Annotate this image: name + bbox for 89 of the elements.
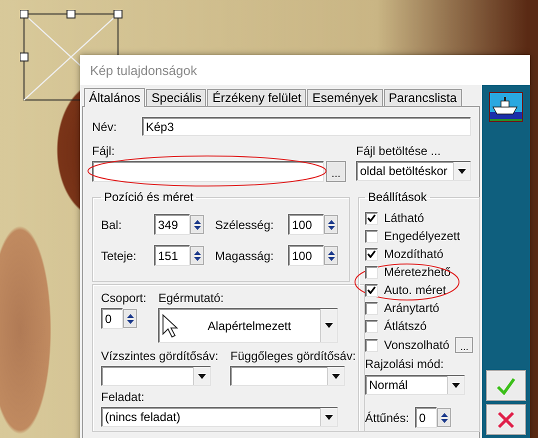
field-label: Szélesség: [215, 218, 275, 232]
caret-icon [325, 414, 333, 420]
dropdown[interactable]: (nincs feladat) [101, 407, 338, 427]
dropdown-button[interactable] [447, 376, 464, 394]
field-label: Függőleges gördítősáv: [230, 349, 356, 363]
spin-button[interactable] [190, 215, 204, 234]
number-field[interactable]: 151 [154, 245, 190, 266]
field-label: Egérmutató: [158, 291, 225, 305]
dropdown[interactable]: oldal betöltéskor [356, 161, 471, 181]
check-icon [496, 376, 516, 394]
up-arrow-icon [440, 412, 448, 416]
field-label: Bal: [101, 218, 123, 232]
tab[interactable]: Általános [84, 88, 146, 107]
checkbox[interactable] [365, 248, 378, 260]
field-label: Csoport: [101, 291, 146, 305]
up-arrow-icon [328, 220, 334, 224]
dropdown[interactable] [101, 366, 211, 386]
window-title: Kép tulajdonságok [90, 62, 197, 78]
up-arrow-icon [194, 250, 200, 254]
input-field[interactable] [92, 161, 324, 182]
caret-icon [458, 168, 466, 174]
checkbox-label: Aránytartó [384, 301, 440, 315]
tab[interactable]: Speciális [146, 89, 206, 106]
checkbox-label: Mozdítható [384, 247, 444, 261]
checkbox[interactable] [365, 230, 378, 242]
group-title: Pozíció és méret [103, 190, 194, 204]
checkbox-label: Engedélyezett [384, 229, 460, 243]
caret-icon [452, 382, 460, 388]
down-arrow-icon [126, 320, 134, 324]
dropdown-button[interactable] [327, 367, 344, 385]
dropdown-button[interactable] [320, 309, 338, 342]
spin-button[interactable] [123, 309, 137, 328]
down-arrow-icon [440, 418, 448, 422]
checkbox-label: Méretezhető [384, 265, 451, 279]
down-arrow-icon [194, 256, 200, 260]
checkbox-label: Látható [384, 211, 424, 225]
number-field[interactable]: 349 [154, 214, 190, 235]
browse-button[interactable]: ... [326, 161, 346, 182]
tab[interactable]: Érzékeny felület [207, 89, 306, 106]
field-label: Fájl betöltése ... [356, 144, 442, 158]
number-field[interactable]: 100 [288, 214, 324, 235]
field-label: Vízszintes gördítősáv: [101, 349, 218, 363]
spin-button[interactable] [190, 246, 204, 265]
field-label: Név: [92, 120, 118, 134]
up-arrow-icon [194, 220, 200, 224]
caret-icon [325, 323, 334, 328]
down-arrow-icon [328, 256, 334, 260]
dropdown-button[interactable] [453, 162, 470, 180]
field-label: Fájl: [92, 144, 116, 158]
group-title: Beállítások [367, 190, 428, 204]
up-arrow-icon [126, 314, 134, 318]
field-label: Magasság: [215, 248, 275, 262]
spin-button[interactable] [324, 246, 338, 265]
up-arrow-icon [328, 250, 334, 254]
dropdown[interactable]: Normál [365, 375, 465, 395]
spin-button[interactable] [324, 215, 338, 234]
down-arrow-icon [194, 226, 200, 230]
spin-button[interactable] [437, 408, 452, 427]
number-field[interactable]: 100 [288, 245, 324, 266]
checkbox[interactable] [365, 302, 378, 314]
tab[interactable]: Események [307, 89, 383, 106]
dropdown-button[interactable] [193, 367, 210, 385]
field-label: Teteje: [101, 248, 138, 262]
input-field[interactable]: Kép3 [142, 117, 471, 136]
dropdown-button[interactable] [320, 408, 337, 426]
ship-icon [489, 92, 523, 122]
checkbox[interactable] [365, 320, 378, 332]
number-field[interactable]: 0 [415, 407, 438, 428]
checkbox[interactable] [365, 338, 378, 352]
checkbox[interactable] [365, 212, 378, 224]
field-label: Feladat: [101, 390, 146, 404]
more-button[interactable]: ... [455, 337, 474, 353]
field-label: Áttűnés: [365, 410, 410, 424]
cross-icon [497, 410, 515, 428]
checkbox-label: Auto. méret [384, 283, 446, 297]
checkbox[interactable] [365, 266, 378, 278]
pointer-icon [162, 314, 178, 338]
number-field[interactable]: 0 [101, 308, 123, 329]
field-label: Rajzolási mód: [365, 357, 445, 371]
checkbox[interactable] [365, 284, 378, 296]
caret-icon [198, 374, 206, 378]
dropdown[interactable] [230, 366, 346, 386]
checkbox-label: Vonszolható [384, 338, 450, 352]
checkbox-label: Átlátszó [384, 319, 427, 333]
tab[interactable]: Parancslista [384, 89, 462, 106]
down-arrow-icon [328, 226, 334, 230]
caret-icon [332, 374, 340, 378]
cancel-button[interactable] [486, 404, 526, 435]
dropdown[interactable]: Alapértelmezett [158, 308, 338, 343]
